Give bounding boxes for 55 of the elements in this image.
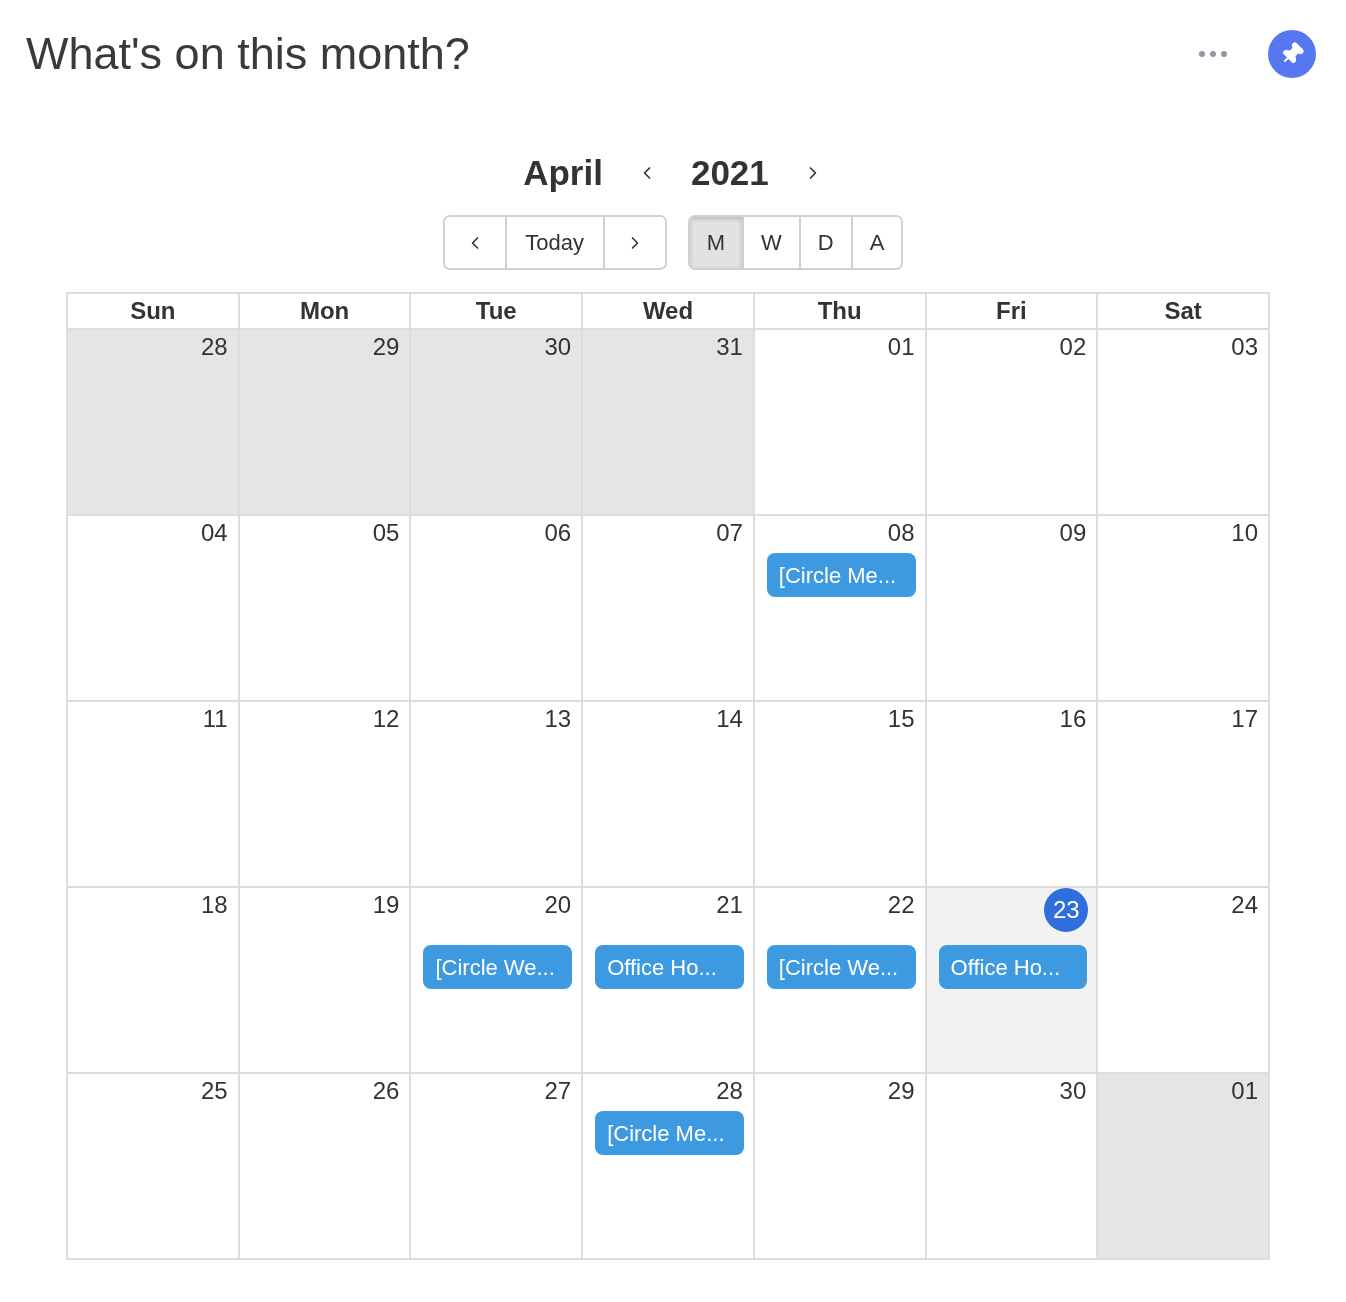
view-tab[interactable]: M bbox=[689, 217, 742, 268]
day-number: 01 bbox=[1231, 1077, 1258, 1105]
day-number: 12 bbox=[372, 705, 400, 733]
event-chip[interactable]: Office Ho... bbox=[595, 945, 744, 989]
day-number: 28 bbox=[716, 1077, 743, 1105]
pin-button[interactable] bbox=[1268, 30, 1316, 78]
day-number: 20 bbox=[544, 891, 572, 919]
day-number: 10 bbox=[1231, 519, 1258, 547]
day-number: 29 bbox=[887, 1077, 915, 1105]
day-number: 22 bbox=[887, 891, 915, 919]
weekday-header: Thu bbox=[754, 294, 927, 330]
day-number: 24 bbox=[1231, 891, 1258, 919]
event-chip[interactable]: [Circle We... bbox=[766, 945, 916, 989]
day-number: 02 bbox=[1059, 333, 1087, 361]
day-number: 09 bbox=[1059, 519, 1087, 547]
day-number: 15 bbox=[887, 705, 915, 733]
day-number: 30 bbox=[1059, 1077, 1087, 1105]
day-number: 31 bbox=[716, 333, 743, 361]
event-chip[interactable]: Office Ho... bbox=[938, 945, 1088, 989]
page-title: What's on this month? bbox=[26, 28, 470, 80]
day-number: 27 bbox=[544, 1077, 572, 1105]
day-number: 26 bbox=[372, 1077, 400, 1105]
weekday-header: Mon bbox=[239, 294, 412, 330]
day-number: 05 bbox=[372, 519, 400, 547]
day-number: 30 bbox=[544, 333, 572, 361]
view-tab[interactable]: A bbox=[850, 217, 902, 268]
day-number: 06 bbox=[544, 519, 572, 547]
day-number: 11 bbox=[202, 705, 228, 733]
day-number: 19 bbox=[372, 891, 400, 919]
day-number: 08 bbox=[887, 519, 915, 547]
day-number: 28 bbox=[201, 333, 228, 361]
day-number: 17 bbox=[1231, 705, 1258, 733]
month-label: April bbox=[523, 152, 603, 194]
weekday-header: Fri bbox=[926, 294, 1099, 330]
day-number: 03 bbox=[1231, 333, 1258, 361]
year-label: 2021 bbox=[690, 152, 769, 194]
day-number: 07 bbox=[716, 519, 743, 547]
weekday-header: Sat bbox=[1098, 294, 1270, 330]
day-number: 18 bbox=[201, 891, 228, 919]
day-number: 13 bbox=[544, 705, 572, 733]
more-icon bbox=[1199, 51, 1227, 57]
day-number: 16 bbox=[1059, 705, 1087, 733]
event-chip[interactable]: [Circle Me... bbox=[595, 1111, 744, 1155]
day-number: 14 bbox=[716, 705, 743, 733]
event-chip[interactable]: [Circle Me... bbox=[766, 553, 916, 597]
day-number: 29 bbox=[372, 333, 400, 361]
weekday-header: Tue bbox=[411, 294, 584, 330]
day-number: 25 bbox=[201, 1077, 228, 1105]
day-number: 01 bbox=[887, 333, 915, 361]
weekday-header: Sun bbox=[68, 294, 240, 330]
weekday-header: Wed bbox=[583, 294, 755, 330]
day-number: 04 bbox=[201, 519, 228, 547]
day-number: 21 bbox=[716, 891, 743, 919]
event-chip[interactable]: [Circle We... bbox=[423, 945, 573, 989]
today-date-badge: 23 bbox=[1044, 888, 1089, 932]
